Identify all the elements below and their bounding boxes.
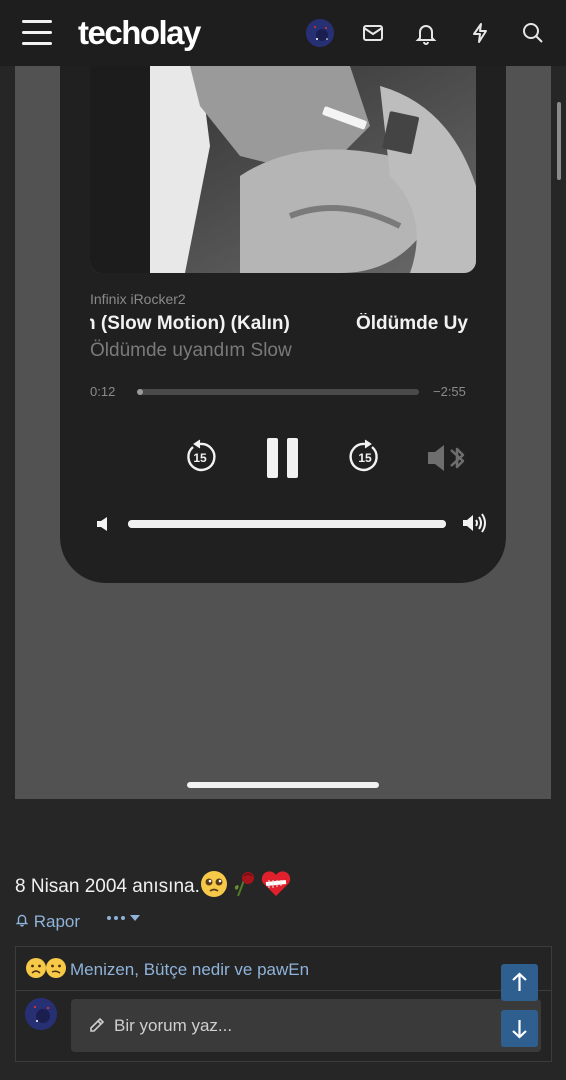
sad-face-icon <box>25 957 47 984</box>
bell-icon <box>15 912 29 931</box>
commenter-avatar[interactable] <box>25 998 57 1030</box>
search-icon[interactable] <box>521 21 545 45</box>
scroll-to-bottom-button[interactable] <box>501 1010 538 1047</box>
track-title: n (Slow Motion) (Kalın) Öldümde Uy <box>90 313 478 339</box>
mending-heart-emoji <box>260 870 292 904</box>
volume-slider[interactable] <box>128 520 446 528</box>
wilted-rose-emoji <box>230 870 260 904</box>
more-options-button[interactable] <box>106 910 144 930</box>
track-artist: Öldümde uyandım Slow <box>90 340 292 361</box>
comment-placeholder: Bir yorum yaz... <box>114 1016 233 1035</box>
home-indicator <box>187 782 379 788</box>
report-link[interactable]: Rapor <box>15 912 80 932</box>
skip-back-seconds: 15 <box>193 451 207 465</box>
skip-back-15-button[interactable]: 15 <box>182 439 218 480</box>
post-text: 8 Nisan 2004 anısına. <box>15 876 200 898</box>
remaining-time: −2:55 <box>433 384 466 399</box>
track-title-marquee: Öldümde Uy <box>356 313 468 334</box>
pencil-icon <box>88 1016 106 1039</box>
track-title-text: n (Slow Motion) (Kalın) <box>90 313 290 334</box>
bell-icon[interactable] <box>414 21 438 45</box>
pleading-face-emoji <box>200 870 230 904</box>
comment-input[interactable]: Bir yorum yaz... <box>71 999 541 1052</box>
volume-fill <box>128 520 446 528</box>
album-artwork <box>90 66 476 273</box>
report-label: Rapor <box>33 912 81 931</box>
top-header: techolay <box>0 0 566 66</box>
progress-bar[interactable] <box>137 389 419 395</box>
output-device-label: Infinix iRocker2 <box>90 291 186 307</box>
menu-icon[interactable] <box>22 20 52 46</box>
user-avatar[interactable] <box>306 19 334 47</box>
lightning-icon[interactable] <box>468 21 492 45</box>
skip-forward-seconds: 15 <box>358 451 372 465</box>
worried-face-icon <box>45 957 67 984</box>
bluetooth-audio-icon[interactable] <box>426 441 472 480</box>
attached-screenshot[interactable]: Infinix iRocker2 n (Slow Motion) (Kalın)… <box>15 66 551 799</box>
reaction-icons <box>25 957 67 984</box>
page-scrollbar[interactable] <box>557 102 561 180</box>
reaction-users[interactable]: Menizen, Bütçe nedir ve pawEn <box>70 960 309 980</box>
pause-button[interactable] <box>267 438 299 483</box>
skip-forward-15-button[interactable]: 15 <box>347 439 383 480</box>
elapsed-time: 0:12 <box>90 384 116 399</box>
site-logo[interactable]: techolay <box>78 14 201 52</box>
music-player-widget: Infinix iRocker2 n (Slow Motion) (Kalın)… <box>60 66 506 583</box>
scroll-to-top-button[interactable] <box>501 964 538 1001</box>
progress-fill <box>137 389 143 395</box>
volume-high-icon <box>462 513 488 538</box>
post-body: 8 Nisan 2004 anısına. <box>15 870 292 904</box>
mail-icon[interactable] <box>361 21 385 45</box>
volume-low-icon <box>96 516 110 537</box>
